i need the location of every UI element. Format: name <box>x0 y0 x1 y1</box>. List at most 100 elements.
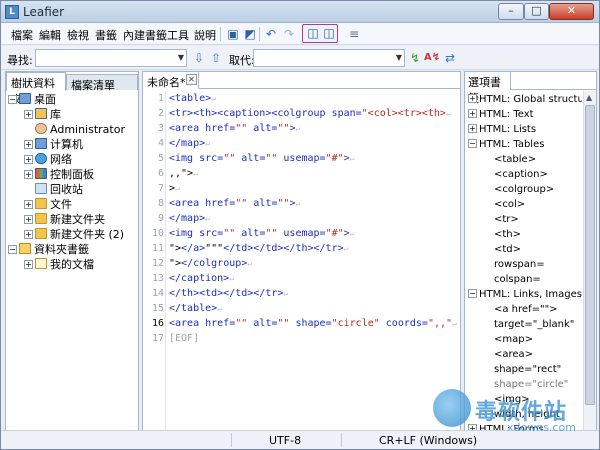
code-line[interactable]: </caption>↵ <box>169 271 234 286</box>
collapse-icon[interactable]: − <box>8 95 17 104</box>
option-group[interactable]: + HTML: Text <box>468 107 534 122</box>
code-line[interactable]: "></a>"""</td></td></th></tr>↵ <box>169 241 348 256</box>
option-group[interactable]: +HTML: Global structure <box>468 92 582 107</box>
code-line[interactable]: </map>↵ <box>169 211 210 226</box>
option-item[interactable]: <map> <box>494 332 533 347</box>
option-group[interactable]: − HTML: Links, Images <box>468 287 582 302</box>
menu-help[interactable]: 說明 <box>194 27 216 43</box>
code-line[interactable]: "></colgroup>↵ <box>169 256 252 271</box>
expand-icon[interactable]: + <box>24 230 33 239</box>
tab-file-list[interactable]: 檔案清單 <box>66 74 138 92</box>
maximize-button[interactable]: □ <box>524 3 549 20</box>
option-group[interactable]: + HTML: Lists <box>468 122 536 137</box>
expand-icon[interactable]: + <box>24 110 33 119</box>
replace-icon[interactable]: ↯ <box>407 50 423 66</box>
collapse-icon[interactable]: − <box>468 139 477 148</box>
option-item[interactable]: shape="circle" <box>494 377 568 392</box>
expand-icon[interactable]: + <box>468 109 477 118</box>
tree-item[interactable]: Administrator <box>24 122 125 137</box>
align-text-icon[interactable]: ≡ <box>346 26 362 42</box>
tree-item[interactable]: + 库 <box>24 107 61 122</box>
expand-icon[interactable]: + <box>24 200 33 209</box>
expand-icon[interactable]: + <box>24 215 33 224</box>
panel-view-icon[interactable]: ◫ <box>321 25 337 41</box>
tree-item[interactable]: + 计算机 <box>24 137 83 152</box>
expand-icon[interactable]: + <box>468 124 477 133</box>
status-encoding[interactable]: UTF-8 <box>269 434 301 447</box>
option-item[interactable]: <table> <box>494 152 536 167</box>
vertical-scrollbar[interactable]: ▲ ▼ <box>583 91 596 444</box>
option-group[interactable]: − HTML: Tables <box>468 137 544 152</box>
status-line-ending[interactable]: CR+LF (Windows) <box>379 434 477 447</box>
title-bar[interactable]: L Leafier – □ ✕ <box>1 1 599 23</box>
replace-all-icon[interactable]: A↯ <box>424 50 440 66</box>
code-line[interactable]: </th><td></td></tr>↵ <box>169 286 288 301</box>
code-line[interactable]: >↵ <box>169 181 180 196</box>
option-item[interactable]: target="_blank" <box>494 317 574 332</box>
tree-item[interactable]: + 网络 <box>24 152 72 167</box>
code-line[interactable]: <area href="" alt="">↵ <box>169 196 300 211</box>
undo-icon[interactable]: ↶ <box>263 26 279 42</box>
expand-icon[interactable]: + <box>24 260 33 269</box>
replace-input[interactable]: ▼ <box>253 49 405 67</box>
tree-item[interactable]: + 文件 <box>24 197 72 212</box>
collapse-icon[interactable]: − <box>468 289 477 298</box>
split-view-icon[interactable]: ◫ <box>305 25 321 41</box>
chevron-down-icon[interactable]: ▼ <box>178 53 184 62</box>
minimize-button[interactable]: – <box>498 3 524 20</box>
tab-option-bookmarks[interactable]: 選項書籤 <box>465 72 511 105</box>
find-previous-icon[interactable]: ⇧ <box>208 50 224 66</box>
tree-item[interactable]: 回收站 <box>24 182 83 197</box>
code-line[interactable]: [EOF] <box>169 331 199 346</box>
code-line[interactable]: <table>↵ <box>169 91 216 106</box>
tab-folder-tree[interactable]: 樹狀資料夾 <box>6 72 66 106</box>
scroll-up-icon[interactable]: ▲ <box>586 93 592 102</box>
option-item[interactable]: shape="rect" <box>494 362 561 377</box>
option-item[interactable]: rowspan= <box>494 257 545 272</box>
tree-item[interactable]: + 控制面板 <box>24 167 94 182</box>
collapse-icon[interactable]: − <box>8 245 17 254</box>
tree-item[interactable]: + 新建文件夹 <box>24 212 105 227</box>
option-item[interactable]: <col> <box>494 197 525 212</box>
menu-file[interactable]: 檔案 <box>11 27 33 43</box>
chevron-down-icon[interactable]: ▼ <box>396 53 402 62</box>
close-button[interactable]: ✕ <box>549 3 594 20</box>
option-item[interactable]: colspan= <box>494 272 541 287</box>
code-line[interactable]: <img src="" alt="" usemap="#">↵ <box>169 151 354 166</box>
option-item[interactable]: <caption> <box>494 167 548 182</box>
option-item[interactable]: <td> <box>494 242 521 257</box>
expand-icon[interactable]: + <box>24 170 33 179</box>
menu-edit[interactable]: 編輯 <box>39 27 61 43</box>
menu-tools[interactable]: 工具 <box>167 27 189 43</box>
code-line[interactable]: ,,">↵ <box>169 166 198 181</box>
code-line[interactable]: <tr><th><caption><colgroup span="<col><t… <box>169 106 451 121</box>
code-line[interactable]: <img src="" alt="" usemap="#">↵ <box>169 226 354 241</box>
tree-item[interactable]: − 桌面 <box>8 92 56 107</box>
replace-options-icon[interactable]: ⇄ <box>442 50 458 66</box>
option-item[interactable]: <tr> <box>494 212 519 227</box>
find-input[interactable]: ▼ <box>35 49 187 67</box>
tree-item[interactable]: + 新建文件夹 (2) <box>24 227 124 242</box>
find-next-icon[interactable]: ⇩ <box>191 50 207 66</box>
code-editor[interactable]: <table>↵ <tr><th><caption><colgroup span=… <box>169 91 460 430</box>
menu-bookmarks[interactable]: 書籤 <box>95 27 117 43</box>
option-item[interactable]: <colgroup> <box>494 182 554 197</box>
expand-icon[interactable]: + <box>24 140 33 149</box>
code-line[interactable]: <area href="" alt="">↵ <box>169 121 300 136</box>
tree-item[interactable]: − 資料夾書籤 <box>8 242 89 257</box>
redo-icon[interactable]: ↷ <box>281 26 297 42</box>
expand-icon[interactable]: + <box>468 94 477 103</box>
vertical-scroll-thumb[interactable] <box>585 105 595 405</box>
option-item[interactable]: <a href=""> <box>494 302 558 317</box>
option-item[interactable]: <area> <box>494 347 533 362</box>
code-line[interactable]: <area href="" alt="" shape="circle" coor… <box>169 316 457 331</box>
expand-icon[interactable]: + <box>24 155 33 164</box>
save-icon[interactable]: ▣ <box>225 26 241 42</box>
option-item[interactable]: <th> <box>494 227 521 242</box>
code-line[interactable]: </table>↵ <box>169 301 222 316</box>
menu-view[interactable]: 檢視 <box>67 27 89 43</box>
code-line[interactable]: </map>↵ <box>169 136 210 151</box>
save-all-icon[interactable]: ◩ <box>242 26 258 42</box>
close-tab-icon[interactable]: ✕ <box>186 74 197 85</box>
tree-item[interactable]: + 我的文檔 <box>24 257 94 272</box>
